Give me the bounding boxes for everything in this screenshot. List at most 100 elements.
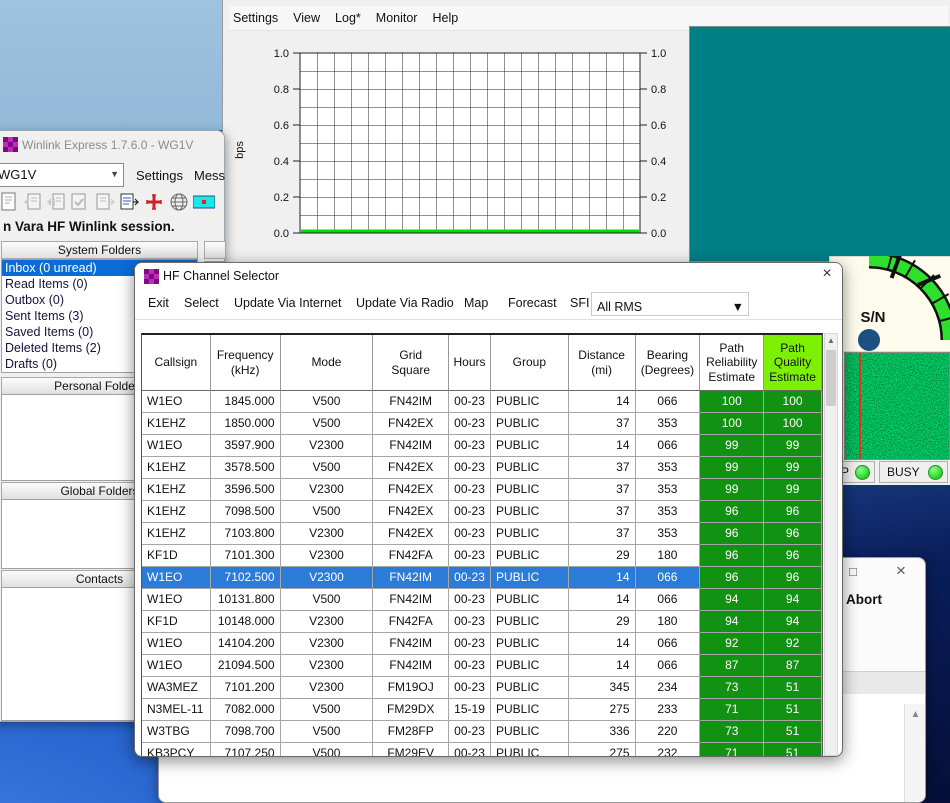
maximize-icon[interactable]: □ xyxy=(849,564,857,579)
callsign-select[interactable]: WG1V ▼ xyxy=(0,163,124,187)
table-cell: 275 xyxy=(569,699,636,721)
hf-menu-item-forecast[interactable]: Forecast xyxy=(508,296,557,310)
table-cell: 99 xyxy=(764,457,822,479)
svg-text:0.0: 0.0 xyxy=(274,228,289,240)
table-cell: FN42FA xyxy=(373,545,449,567)
hf-menu-item-update-via-internet[interactable]: Update Via Internet xyxy=(234,296,341,310)
table-cell: V2300 xyxy=(281,523,374,545)
table-cell: 234 xyxy=(636,677,701,699)
background-window xyxy=(0,0,222,130)
table-cell: 10131.800 xyxy=(211,589,281,611)
column-header[interactable]: Mode xyxy=(281,335,374,391)
table-cell: PUBLIC xyxy=(491,721,569,743)
section-header-system-folders[interactable]: System Folders xyxy=(1,241,198,259)
window-title: Winlink Express 1.7.6.0 - WG1V xyxy=(22,138,193,152)
table-cell: 1845.000 xyxy=(211,391,281,413)
table-row[interactable]: W1EO7102.500V2300FN42IM00-23PUBLIC140669… xyxy=(142,567,822,589)
table-cell: V500 xyxy=(281,699,374,721)
close-icon[interactable]: × xyxy=(815,265,839,287)
close-icon[interactable]: × xyxy=(896,561,906,581)
table-cell: PUBLIC xyxy=(491,743,569,757)
winlink-menu-item-settings[interactable]: Settings xyxy=(136,168,183,183)
forward-icon[interactable] xyxy=(95,192,115,212)
accept-icon[interactable] xyxy=(69,192,89,212)
table-cell: 29 xyxy=(569,545,636,567)
scroll-up-icon[interactable]: ▲ xyxy=(825,334,837,348)
vara-menu-item-monitor[interactable]: Monitor xyxy=(376,11,418,25)
column-header[interactable]: Grid Square xyxy=(373,335,449,391)
table-cell: 00-23 xyxy=(449,743,491,757)
tcp-led-icon xyxy=(855,465,870,480)
reply-all-icon[interactable] xyxy=(47,192,67,212)
column-header[interactable]: Bearing (Degrees) xyxy=(636,335,701,391)
abort-button[interactable]: Abort xyxy=(846,592,882,607)
vara-menu-item-view[interactable]: View xyxy=(293,11,320,25)
table-cell: 353 xyxy=(636,479,701,501)
table-cell: W1EO xyxy=(142,391,211,413)
busy-indicator: BUSY xyxy=(879,461,948,483)
table-cell: 96 xyxy=(700,501,764,523)
table-row[interactable]: WA3MEZ7101.200V2300FM19OJ00-23PUBLIC3452… xyxy=(142,677,822,699)
move-message-icon[interactable] xyxy=(119,192,139,212)
rms-channel-icon[interactable] xyxy=(193,192,215,212)
table-row[interactable]: K1EHZ3596.500V2300FN42EX00-23PUBLIC37353… xyxy=(142,479,822,501)
table-cell: 00-23 xyxy=(449,435,491,457)
scroll-thumb[interactable] xyxy=(826,350,836,406)
new-message-icon[interactable] xyxy=(0,192,19,212)
table-row[interactable]: KF1D7101.300V2300FN42FA00-23PUBLIC291809… xyxy=(142,545,822,567)
table-cell: V500 xyxy=(281,391,374,413)
column-header[interactable]: Group xyxy=(491,335,569,391)
vara-menu-item-log[interactable]: Log* xyxy=(335,11,361,25)
hf-menu-item-sfi[interactable]: SFI xyxy=(570,296,589,310)
table-cell: FN42EX xyxy=(373,523,449,545)
table-cell: 7098.700 xyxy=(211,721,281,743)
table-cell: 14 xyxy=(569,633,636,655)
table-row[interactable]: K1EHZ3578.500V500FN42EX00-23PUBLIC373539… xyxy=(142,457,822,479)
table-scrollbar[interactable]: ▲ xyxy=(824,333,838,756)
column-header[interactable]: Callsign xyxy=(142,335,211,391)
table-cell: K1EHZ xyxy=(142,523,211,545)
column-header[interactable]: Distance (mi) xyxy=(569,335,636,391)
table-row[interactable]: W1EO14104.200V2300FN42IM00-23PUBLIC14066… xyxy=(142,633,822,655)
column-header[interactable]: Hours xyxy=(449,335,491,391)
table-row[interactable]: KB3PCY7107.250V500FM29EV00-23PUBLIC27523… xyxy=(142,743,822,757)
table-cell: FN42EX xyxy=(373,457,449,479)
table-row[interactable]: K1EHZ1850.000V500FN42EX00-23PUBLIC373531… xyxy=(142,413,822,435)
table-cell: 00-23 xyxy=(449,611,491,633)
hf-menu-item-map[interactable]: Map xyxy=(464,296,488,310)
hf-menu-item-update-via-radio[interactable]: Update Via Radio xyxy=(356,296,454,310)
table-cell: V2300 xyxy=(281,545,374,567)
vara-menu-item-settings[interactable]: Settings xyxy=(233,11,278,25)
table-row[interactable]: KF1D10148.000V2300FN42FA00-23PUBLIC29180… xyxy=(142,611,822,633)
hf-menu-item-exit[interactable]: Exit xyxy=(148,296,169,310)
column-header[interactable]: Path Quality Estimate xyxy=(764,335,822,391)
table-row[interactable]: W1EO10131.800V500FN42IM00-23PUBLIC140669… xyxy=(142,589,822,611)
hf-menu-item-select[interactable]: Select xyxy=(184,296,219,310)
delete-cross-icon[interactable] xyxy=(144,192,164,212)
session-scrollbar[interactable]: ▲ xyxy=(904,704,926,803)
vara-menu-item-help[interactable]: Help xyxy=(432,11,458,25)
scroll-up-icon[interactable]: ▲ xyxy=(911,709,921,720)
session-status-text: n Vara HF Winlink session. xyxy=(3,219,175,234)
tuning-cursor-line xyxy=(859,353,861,459)
table-row[interactable]: W1EO3597.900V2300FN42IM00-23PUBLIC140669… xyxy=(142,435,822,457)
rms-filter-select[interactable]: All RMS ▼ xyxy=(591,292,749,316)
table-cell: 066 xyxy=(636,391,701,413)
table-row[interactable]: W3TBG7098.700V500FM28FP00-23PUBLIC336220… xyxy=(142,721,822,743)
table-row[interactable]: K1EHZ7103.800V2300FN42EX00-23PUBLIC37353… xyxy=(142,523,822,545)
reply-icon[interactable] xyxy=(23,192,43,212)
table-cell: 066 xyxy=(636,589,701,611)
table-row[interactable]: K1EHZ7098.500V500FN42EX00-23PUBLIC373539… xyxy=(142,501,822,523)
winlink-menu-item-mess[interactable]: Mess xyxy=(194,168,225,183)
table-row[interactable]: W1EO1845.000V500FN42IM00-23PUBLIC1406610… xyxy=(142,391,822,413)
column-header[interactable]: Path Reliability Estimate xyxy=(700,335,764,391)
table-cell: PUBLIC xyxy=(491,633,569,655)
internet-globe-icon[interactable] xyxy=(169,192,189,212)
table-cell: KF1D xyxy=(142,611,211,633)
table-row[interactable]: W1EO21094.500V2300FN42IM00-23PUBLIC14066… xyxy=(142,655,822,677)
table-cell: 10148.000 xyxy=(211,611,281,633)
table-row[interactable]: N3MEL-117082.000V500FM29DX15-19PUBLIC275… xyxy=(142,699,822,721)
table-cell: K1EHZ xyxy=(142,413,211,435)
column-header[interactable]: Frequency (kHz) xyxy=(211,335,281,391)
table-cell: PUBLIC xyxy=(491,479,569,501)
